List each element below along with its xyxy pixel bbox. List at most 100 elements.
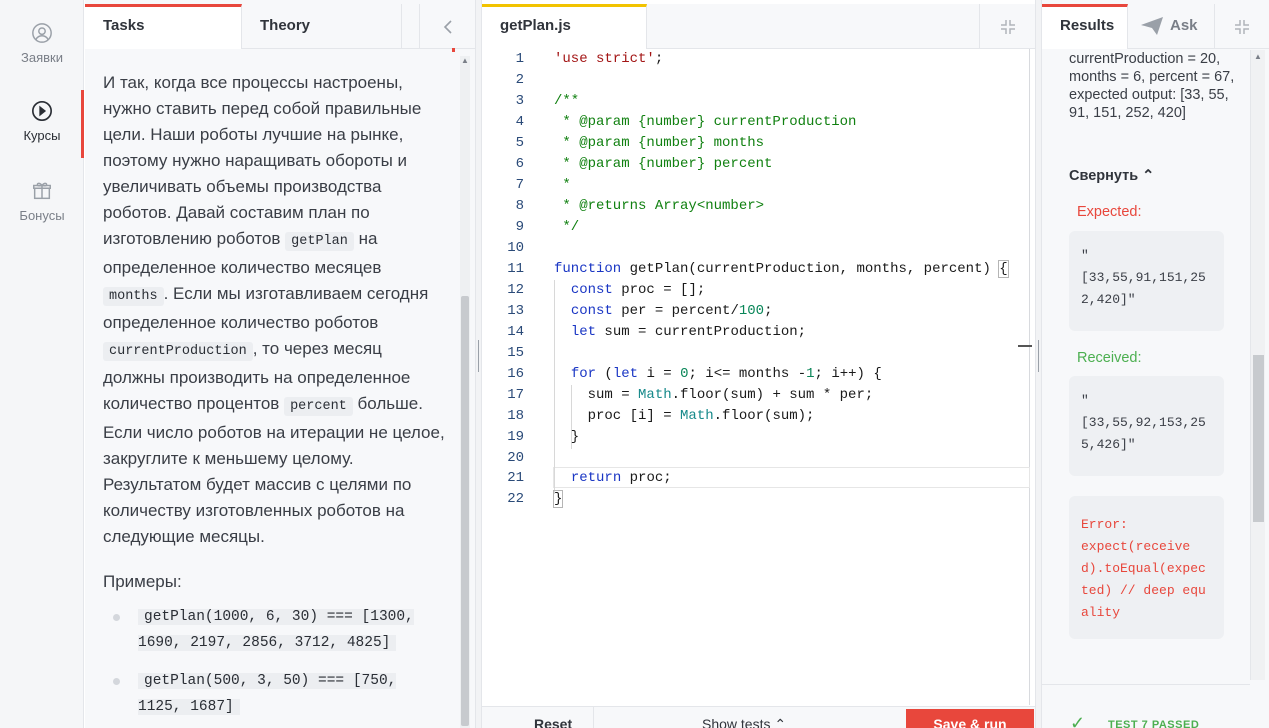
task-description: И так, когда все процессы настроены, нуж… (85, 50, 455, 728)
splitter-grip[interactable] (1038, 340, 1039, 372)
line-number: 12 (507, 282, 524, 298)
code-line: 20 (482, 448, 1030, 469)
scroll-up-arrow-icon[interactable]: ▲ (1254, 52, 1262, 61)
editor-toolbar: ↻ Reset Show tests ⌃ Save & run (482, 706, 1035, 728)
code-area[interactable]: 1'use strict'; 2 3/** 4 * @param {number… (482, 49, 1032, 705)
code-line: 4 * @param {number} currentProduction (482, 112, 1030, 133)
tab-theory[interactable]: Theory (242, 4, 402, 49)
panel-splitter[interactable] (475, 0, 482, 728)
scrollbar-thumb[interactable] (461, 296, 469, 726)
collapse-panel-button[interactable] (419, 4, 475, 49)
received-value-box: " [33,55,92,153,255,426]" (1069, 376, 1224, 476)
collapse-toggle-button[interactable]: Свернуть ⌃ (1069, 168, 1154, 184)
example-code: getPlan(1000, 6, 30) === [1300, 1690, 21… (138, 609, 414, 651)
nav-item-label: Заявки (21, 50, 63, 65)
nav-item-label: Бонусы (19, 208, 65, 223)
reset-icon: ↻ (502, 719, 515, 728)
editor-tabbar: getPlan.js (482, 4, 1035, 49)
line-number: 2 (515, 72, 524, 88)
code-line: 22} (482, 489, 1030, 510)
reset-label: Reset (534, 716, 573, 728)
tasks-panel: Tasks Theory И так, когда все процессы н… (85, 0, 475, 728)
results-scrollbar[interactable]: ▲ (1250, 50, 1265, 680)
code-line: 17 sum = Math.floor(sum) + sum * per; (482, 385, 1030, 406)
show-tests-button[interactable]: Show tests ⌃ (702, 707, 786, 728)
line-number: 17 (507, 387, 524, 403)
code-line: 10 (482, 238, 1030, 259)
code-line: 7 * (482, 175, 1030, 196)
tab-results[interactable]: Results (1042, 4, 1128, 49)
expand-editor-button[interactable] (979, 4, 1035, 49)
code-line: 2 (482, 70, 1030, 91)
reset-button[interactable]: ↻ Reset (482, 707, 594, 728)
splitter-grip[interactable] (478, 340, 479, 372)
results-footer: ✓ TEST 7 PASSED (1042, 684, 1250, 728)
results-panel: Results Ask currentProduction = 20, mont… (1042, 0, 1269, 728)
line-number: 10 (507, 240, 524, 256)
line-number: 16 (507, 366, 524, 382)
code-line: 18 proc [i] = Math.floor(sum); (482, 406, 1030, 427)
examples-title: Примеры: (103, 572, 182, 591)
chevron-up-icon: ⌃ (774, 716, 787, 728)
play-circle-icon (32, 101, 52, 121)
tab-ask-label: Ask (1170, 17, 1198, 34)
line-number: 15 (507, 345, 524, 361)
line-number: 19 (507, 429, 524, 445)
nav-item-requests[interactable]: Заявки (0, 22, 84, 65)
save-and-run-button[interactable]: Save & run (906, 709, 1034, 728)
code-line: 8 * @returns Array<number> (482, 196, 1030, 217)
line-number: 18 (507, 408, 524, 424)
scrollbar-thumb[interactable] (1253, 355, 1264, 522)
line-number: 1 (515, 51, 524, 67)
chevron-left-icon (443, 19, 452, 34)
code-editor-panel: getPlan.js 1'use strict'; 2 3/** 4 * @pa… (482, 0, 1035, 728)
code-line: 6 * @param {number} percent (482, 154, 1030, 175)
line-number: 11 (507, 261, 524, 277)
gift-icon (33, 182, 51, 200)
code-line: 16 for (let i = 0; i<= months -1; i++) { (482, 364, 1030, 385)
code-line: 11 function getPlan(currentProduction, mo… (482, 259, 1030, 280)
show-tests-label: Show tests (702, 716, 771, 728)
tab-tasks[interactable]: Tasks (85, 4, 242, 49)
line-number: 20 (507, 450, 524, 466)
bullet-icon (113, 678, 120, 685)
example-item: getPlan(500, 3, 50) === [750, 1125, 1687… (103, 668, 443, 720)
error-box: Error: expect(received).toEqual(expected… (1069, 496, 1224, 639)
panel-splitter[interactable] (1035, 0, 1042, 728)
nav-item-courses[interactable]: Курсы (0, 90, 84, 158)
tasks-tabbar: Tasks Theory (85, 4, 475, 49)
line-number: 14 (507, 324, 524, 340)
code-line: 13 const per = percent/100; (482, 301, 1030, 322)
code-line: 14 let sum = currentProduction; (482, 322, 1030, 343)
nav-item-bonuses[interactable]: Бонусы (0, 180, 84, 223)
line-number: 22 (507, 491, 524, 507)
example-code: getPlan(500, 3, 50) === [750, 1125, 1687… (138, 673, 397, 715)
collapse-arrows-icon (1235, 19, 1249, 34)
code-line: 19 } (482, 427, 1030, 448)
line-number: 8 (515, 198, 524, 214)
inline-code: currentProduction (103, 342, 253, 361)
code-line: 1'use strict'; (482, 49, 1030, 70)
line-number: 21 (507, 470, 524, 486)
expand-results-button[interactable] (1215, 4, 1269, 49)
task-text: И так, когда все процессы настроены, нуж… (103, 70, 448, 550)
editor-file-tab[interactable]: getPlan.js (482, 4, 647, 49)
inline-code: getPlan (285, 232, 354, 251)
task-text-part: больше. Если число роботов на итерации н… (103, 394, 445, 546)
scroll-up-arrow-icon[interactable]: ▲ (461, 56, 469, 65)
test-description: currentProduction = 20, months = 6, perc… (1069, 51, 1235, 121)
line-number: 9 (515, 219, 524, 235)
code-line: 9 */ (482, 217, 1030, 238)
check-icon: ✓ (1070, 713, 1086, 728)
code-line: 5 * @param {number} months (482, 133, 1030, 154)
send-icon (1141, 17, 1163, 36)
line-number: 5 (515, 135, 524, 151)
expected-label: Expected: (1077, 204, 1142, 220)
left-nav-rail: Заявки Курсы Бонусы (0, 0, 84, 728)
tasks-scrollbar[interactable]: ▲ (460, 56, 470, 728)
expected-value-box: " [33,55,91,151,252,420]" (1069, 231, 1224, 331)
received-label: Received: (1077, 350, 1142, 366)
tab-ask[interactable]: Ask (1128, 4, 1215, 49)
chevron-up-icon: ⌃ (1142, 168, 1155, 184)
inline-code: percent (284, 397, 353, 416)
